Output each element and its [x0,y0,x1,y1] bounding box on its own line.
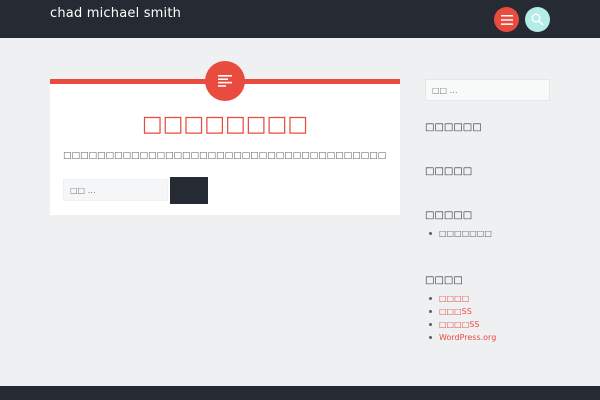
widget-title-categories: □□□□□ [425,210,473,221]
site-footer [0,386,600,400]
not-found-card: □□□□□□□□ □□□□□□□□□□□□□□□□□□□□□□□□□□□□□□□… [50,61,400,215]
meta-link-wordpress[interactable]: WordPress.org [439,333,496,342]
site-title[interactable]: chad michael smith [50,6,181,21]
meta-link-comments-rss[interactable]: □□□□SS [439,320,479,329]
meta-link-entries-rss[interactable]: □□□SS [439,307,472,316]
menu-button[interactable] [494,7,519,32]
sidebar-search-input[interactable] [425,79,550,101]
search-icon [531,13,544,26]
meta-link-login[interactable]: □□□□ [439,294,469,303]
categories-list: □□□□□□□ [425,227,492,240]
widget-title-meta: □□□□ [425,275,463,286]
post-format-badge [205,61,245,101]
hamburger-menu-icon [500,14,513,25]
content-search-input[interactable] [63,179,168,201]
list-item[interactable]: □□□□SS [425,318,496,331]
site-header: chad michael smith [0,0,600,38]
list-item[interactable]: □□□□□□□ [425,227,492,240]
not-found-message: □□□□□□□□□□□□□□□□□□□□□□□□□□□□□□□□□□□□□□ [63,151,387,161]
list-item[interactable]: □□□SS [425,305,496,318]
meta-list: □□□□ □□□SS □□□□SS WordPress.org [425,292,496,344]
widget-title-recent-posts: □□□□□□ [425,122,482,133]
widget-title-archives: □□□□□ [425,166,473,177]
page-title: □□□□□□□□ [141,112,309,137]
search-toggle-button[interactable] [525,7,550,32]
list-item[interactable]: WordPress.org [425,331,496,344]
content-search-submit-button[interactable] [170,177,208,204]
article-icon [218,75,232,87]
category-link[interactable]: □□□□□□□ [439,229,492,238]
list-item[interactable]: □□□□ [425,292,496,305]
